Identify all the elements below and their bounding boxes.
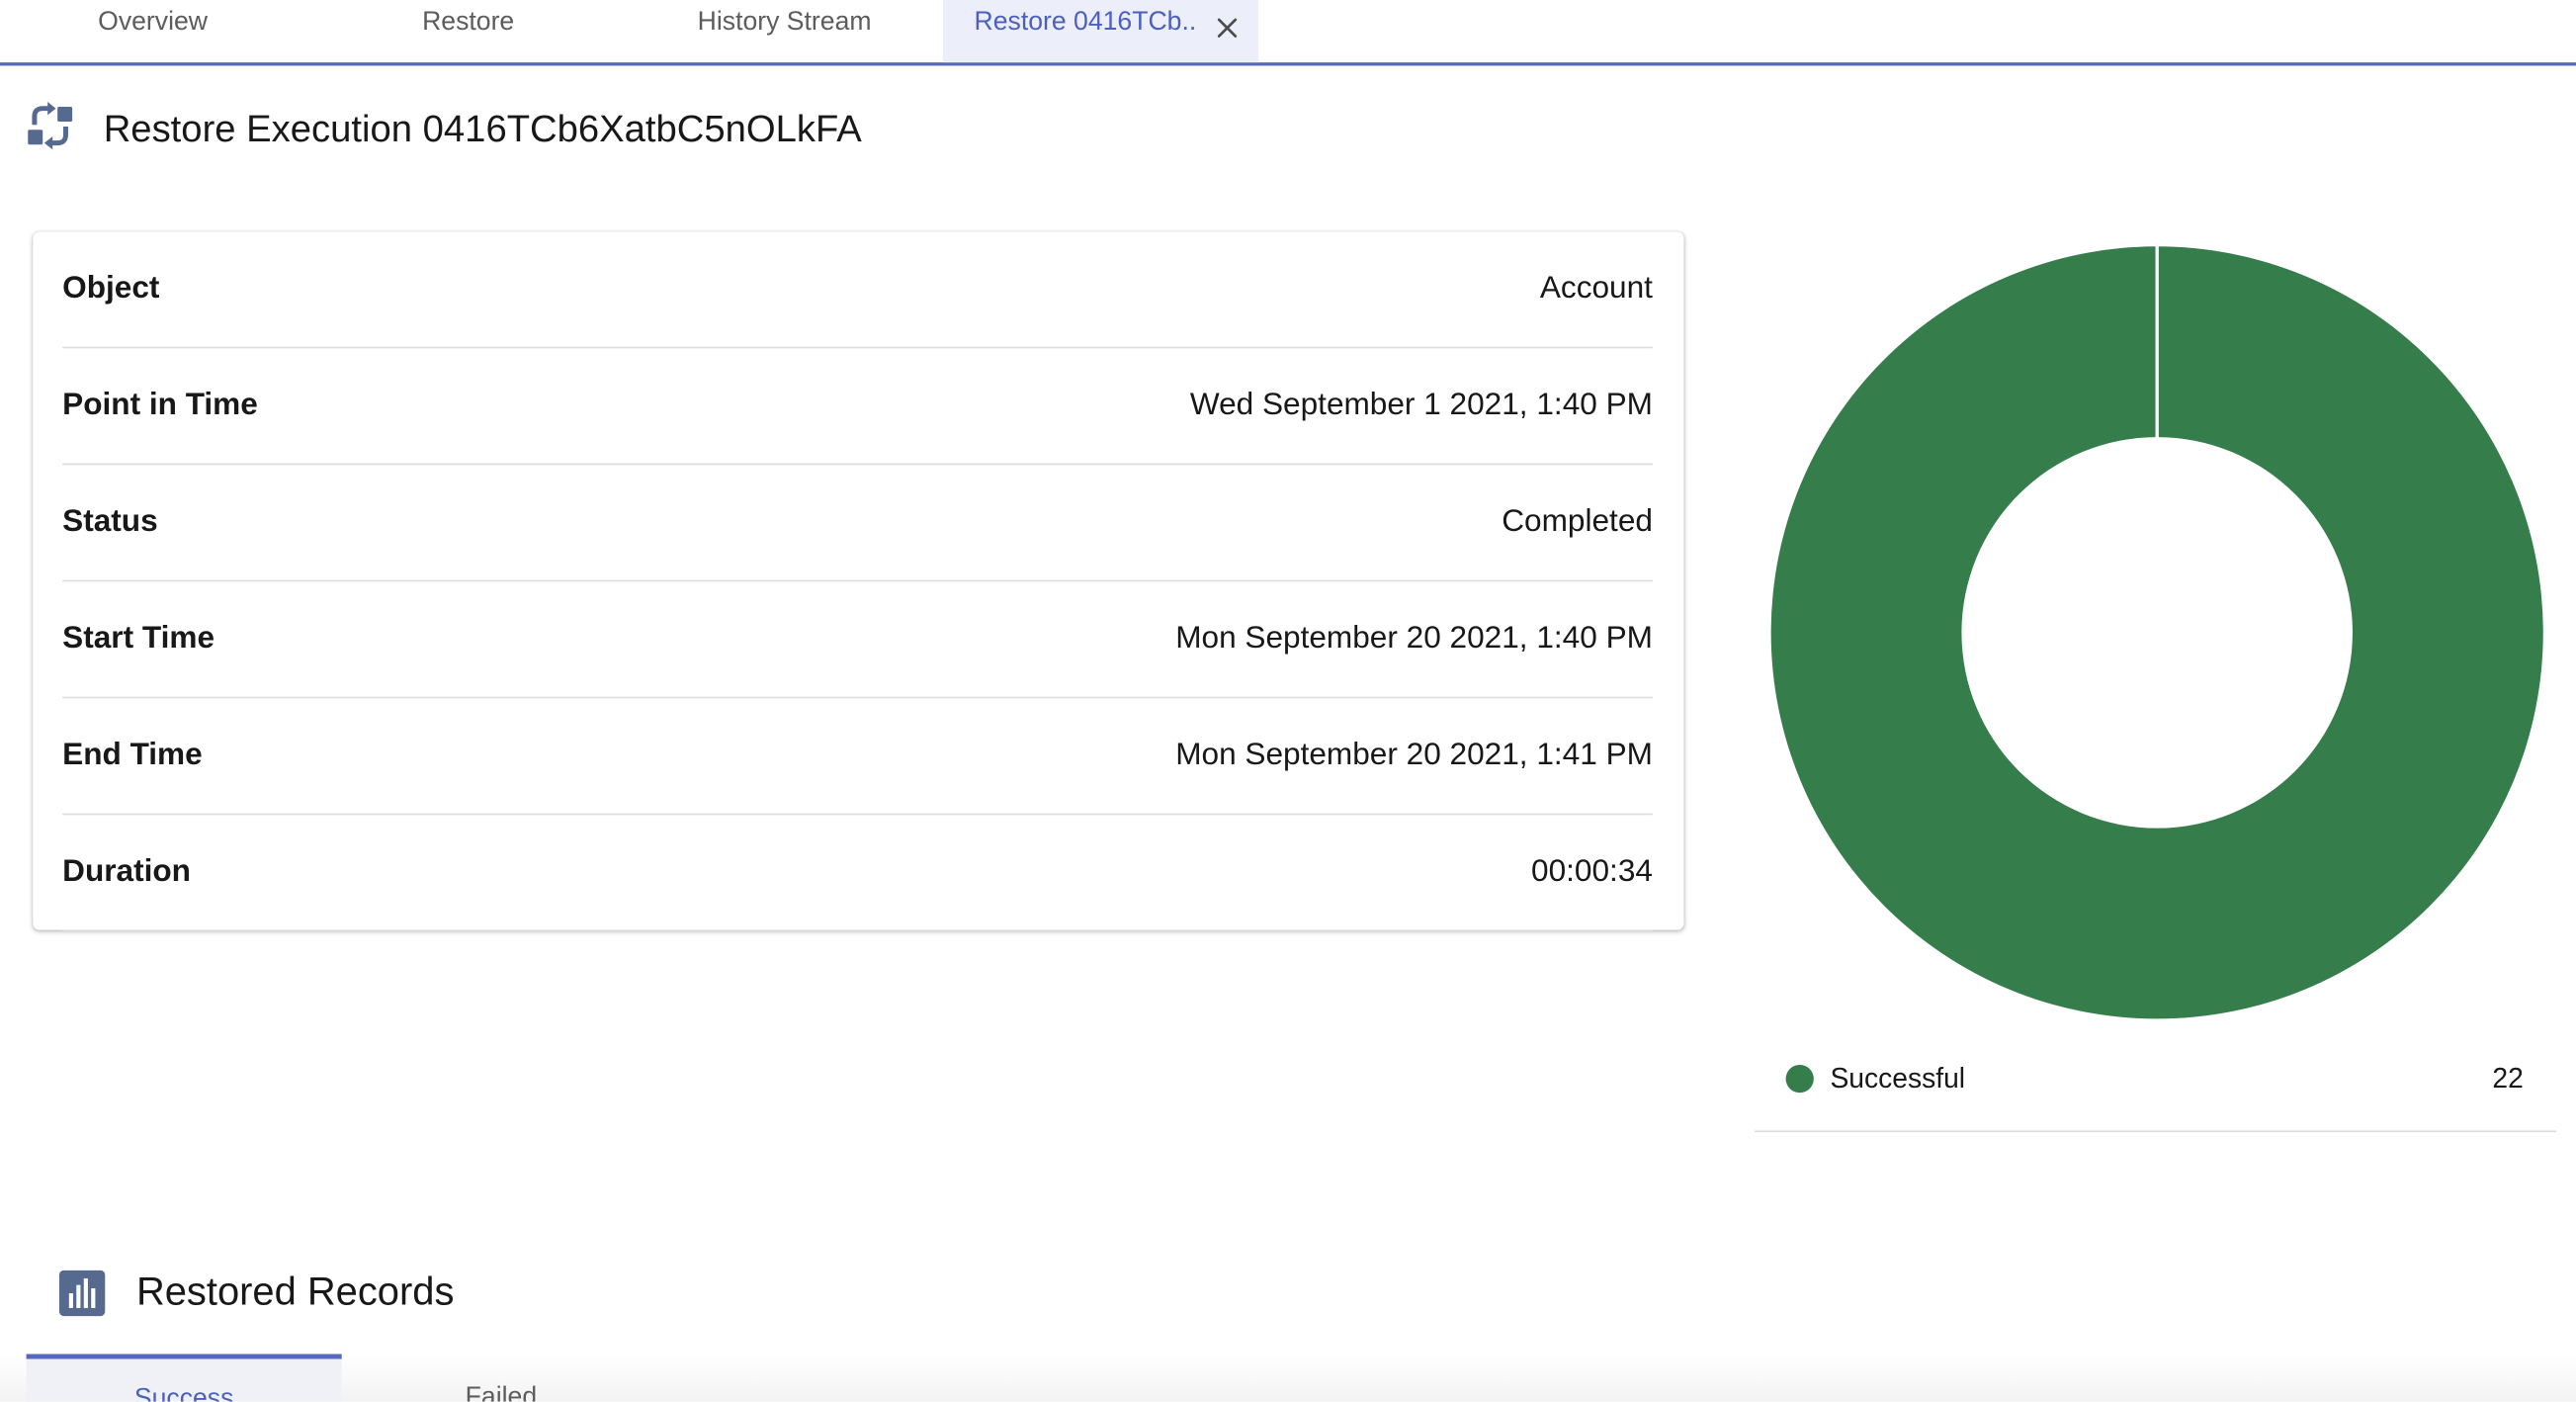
detail-row-point-in-time: Point in Time Wed September 1 2021, 1:40… <box>62 348 1653 466</box>
detail-label: Duration <box>62 854 191 890</box>
tab-success[interactable]: Success <box>26 1354 342 1402</box>
detail-value: Wed September 1 2021, 1:40 PM <box>1189 388 1653 423</box>
records-tab-bar: Success Failed <box>0 1354 2576 1402</box>
page-header: Restore Execution 0416TCb6XatbC5nOLkFA <box>27 99 862 158</box>
detail-row-duration: Duration 00:00:34 <box>62 815 1653 932</box>
detail-row-status: Status Completed <box>62 465 1653 582</box>
detail-label: Object <box>62 271 160 307</box>
detail-label: End Time <box>62 738 203 773</box>
detail-label: Status <box>62 504 158 540</box>
detail-row-end-time: End Time Mon September 20 2021, 1:41 PM <box>62 698 1653 816</box>
detail-value: Mon September 20 2021, 1:40 PM <box>1175 621 1653 657</box>
restore-donut-chart <box>1770 244 2543 1019</box>
tab-bar: Overview Restore History Stream Restore … <box>0 0 2576 66</box>
detail-value: Completed <box>1502 504 1653 540</box>
tab-history-stream[interactable]: History Stream <box>657 0 912 62</box>
detail-label: Point in Time <box>62 388 258 423</box>
page-title: Restore Execution 0416TCb6XatbC5nOLkFA <box>103 106 862 149</box>
restore-swap-icon <box>27 102 76 154</box>
detail-value: 00:00:34 <box>1531 854 1653 890</box>
detail-value: Account <box>1539 271 1653 307</box>
details-card: Object Account Point in Time Wed Septemb… <box>33 231 1684 932</box>
page: Overview Restore History Stream Restore … <box>0 0 2576 1402</box>
chart-legend: Successful 22 <box>1755 1052 2557 1133</box>
section-title: Restored Records <box>135 1270 455 1315</box>
close-icon[interactable] <box>1216 10 1239 38</box>
bar-chart-icon <box>58 1270 106 1317</box>
legend-value-successful: 22 <box>2492 1063 2524 1095</box>
tab-failed[interactable]: Failed <box>378 1358 624 1401</box>
tab-restore-execution-label: Restore 0416TCb.. <box>974 8 1197 37</box>
detail-row-start-time: Start Time Mon September 20 2021, 1:40 P… <box>62 581 1653 699</box>
tab-restore[interactable]: Restore <box>345 0 591 62</box>
legend-label-successful[interactable]: Successful <box>1830 1063 1965 1095</box>
legend-swatch-successful <box>1785 1064 1814 1094</box>
restored-records-header: Restored Records <box>58 1266 455 1322</box>
detail-row-object: Object Account <box>62 231 1653 349</box>
detail-value: Mon September 20 2021, 1:41 PM <box>1175 738 1653 773</box>
detail-label: Start Time <box>62 621 215 657</box>
tab-restore-execution[interactable]: Restore 0416TCb.. <box>942 0 1259 63</box>
tab-overview[interactable]: Overview <box>30 0 276 62</box>
